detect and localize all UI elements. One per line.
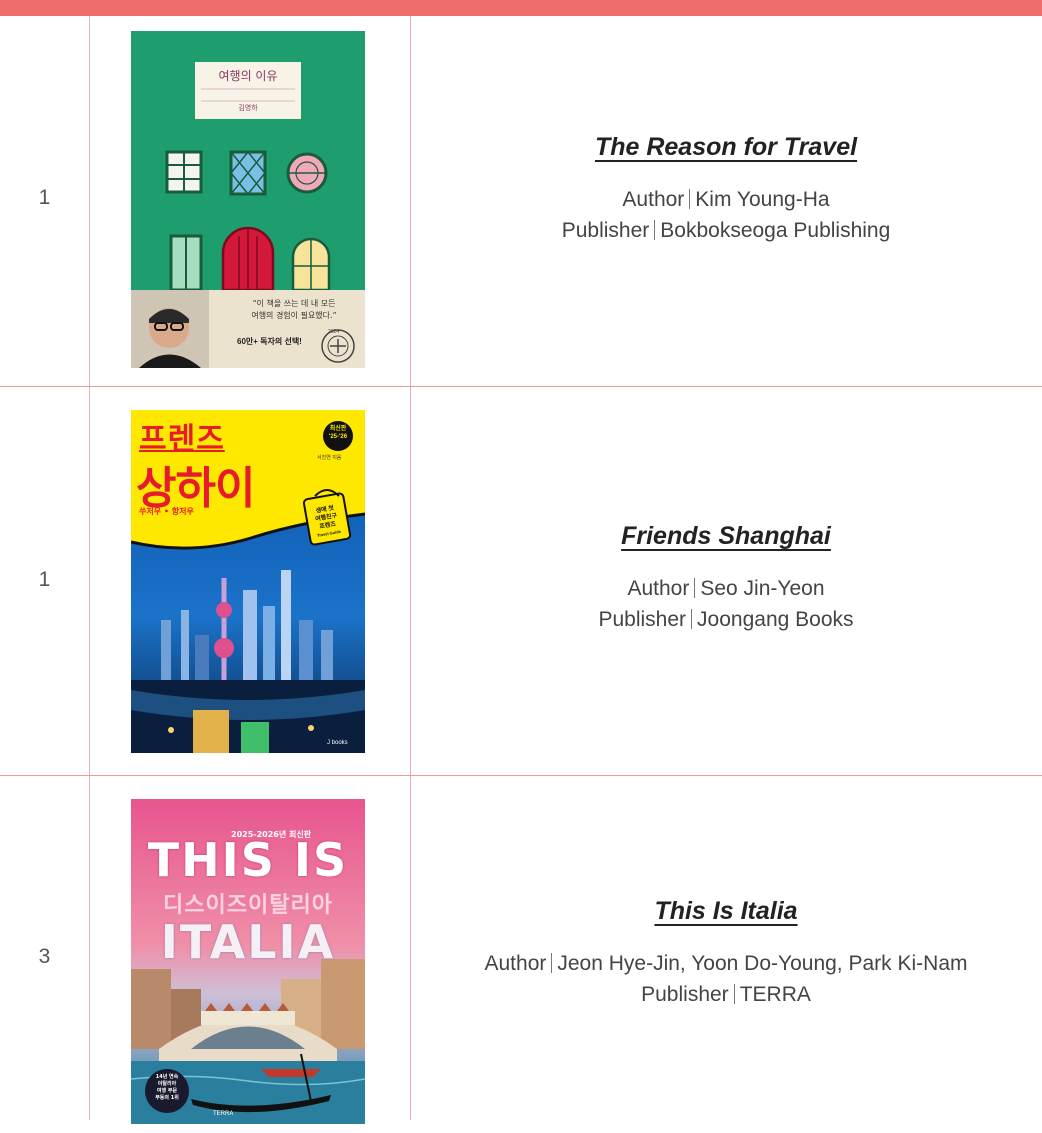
author-line: Author Seo Jin-Yeon bbox=[410, 573, 1042, 604]
badge-line: 여행 부문 bbox=[156, 1088, 178, 1094]
separator bbox=[689, 189, 691, 209]
book-info: Friends Shanghai Author Seo Jin-Yeon Publ… bbox=[410, 522, 1042, 635]
cover-author-ko: 서진연 지음 bbox=[317, 455, 342, 461]
author-name: Seo Jin-Yeon bbox=[700, 577, 825, 600]
publisher-label: Publisher bbox=[561, 219, 650, 242]
edition-line: 최신판 bbox=[329, 426, 347, 432]
author-label: Author bbox=[622, 188, 685, 211]
book-cover-reason-for-travel[interactable]: 여행의 이유 김영하 “이 책을 쓰는 데 내 모든 여행의 경험이 필요했다.… bbox=[131, 31, 365, 368]
book-title[interactable]: The Reason for Travel bbox=[595, 133, 857, 162]
publisher-line: Publisher Bokbokseoga Publishing bbox=[410, 215, 1042, 246]
book-title[interactable]: This Is Italia bbox=[654, 897, 797, 926]
author-name: Kim Young-Ha bbox=[695, 188, 830, 211]
rank-number: 1 bbox=[38, 186, 51, 209]
book-title[interactable]: Friends Shanghai bbox=[621, 522, 831, 551]
rank-number: 3 bbox=[38, 945, 51, 968]
cover-title-line2: ITALIA bbox=[160, 915, 336, 969]
author-label: Author bbox=[627, 577, 690, 600]
cover-stamp-year: 2024 bbox=[328, 329, 340, 335]
publisher-name: Bokbokseoga Publishing bbox=[660, 219, 891, 242]
edition-line: '25-'26 bbox=[328, 434, 348, 440]
author-name: Jeon Hye-Jin, Yoon Do-Young, Park Ki-Nam bbox=[557, 952, 968, 975]
book-cover-this-is-italia[interactable]: 2025-2026년 최신판 THIS IS 디스이즈이탈리아 ITALIA 1… bbox=[131, 799, 365, 1124]
cover-tag: 생애 첫 여행친구 프렌즈 Travel Guide bbox=[306, 503, 347, 541]
badge-line: 부동의 1위 bbox=[155, 1095, 179, 1101]
separator bbox=[654, 220, 656, 240]
column-divider-rank bbox=[89, 16, 90, 1120]
book-info: This Is Italia Author Jeon Hye-Jin, Yoon … bbox=[410, 897, 1042, 1010]
cover-badge: 60만+ 독자의 선택! bbox=[237, 337, 302, 346]
separator bbox=[733, 984, 735, 1004]
table-top-bar bbox=[0, 0, 1042, 16]
row-divider bbox=[0, 775, 1042, 776]
separator bbox=[551, 953, 553, 973]
row-divider bbox=[0, 386, 1042, 387]
book-cover-friends-shanghai[interactable]: 프렌즈 상하이 쑤저우 • 항저우 최신판 '25-'26 서진연 지음 생애 … bbox=[131, 410, 365, 753]
cover-subtitle-ko: 쑤저우 • 항저우 bbox=[139, 507, 194, 516]
cover-quote-line: “이 책을 쓰는 데 내 모든 bbox=[252, 299, 336, 308]
rank-number: 1 bbox=[38, 568, 51, 591]
author-label: Author bbox=[484, 952, 547, 975]
author-line: Author Jeon Hye-Jin, Yoon Do-Young, Park … bbox=[410, 948, 1042, 979]
cover-edition-badge: 최신판 '25-'26 bbox=[323, 425, 353, 441]
publisher-label: Publisher bbox=[598, 608, 687, 631]
cover-quote-line: 여행의 경험이 필요했다.” bbox=[251, 311, 337, 320]
badge-line: 이탈리아 bbox=[157, 1081, 177, 1087]
cover-author-ko: 김영하 bbox=[238, 104, 258, 112]
badge-line: 14년 연속 bbox=[155, 1074, 179, 1080]
publisher-line: Publisher TERRA bbox=[410, 979, 1042, 1010]
author-line: Author Kim Young-Ha bbox=[410, 184, 1042, 215]
separator bbox=[694, 578, 696, 598]
cover-imprint: TERRA bbox=[213, 1111, 234, 1117]
cover-quote: “이 책을 쓰는 데 내 모든 여행의 경험이 필요했다.” bbox=[229, 298, 359, 322]
separator bbox=[691, 609, 693, 629]
publisher-label: Publisher bbox=[641, 983, 729, 1006]
cover-badge: 14년 연속 이탈리아 여행 부문 부동의 1위 bbox=[145, 1074, 189, 1102]
cover-title-line1: THIS IS bbox=[147, 833, 349, 887]
cover-imprint: J books bbox=[327, 740, 348, 746]
publisher-name: TERRA bbox=[739, 983, 811, 1006]
publisher-name: Joongang Books bbox=[697, 608, 854, 631]
publisher-line: Publisher Joongang Books bbox=[410, 604, 1042, 635]
book-info: The Reason for Travel Author Kim Young-Ha… bbox=[410, 133, 1042, 246]
cover-title-ko: 여행의 이유 bbox=[218, 69, 278, 83]
